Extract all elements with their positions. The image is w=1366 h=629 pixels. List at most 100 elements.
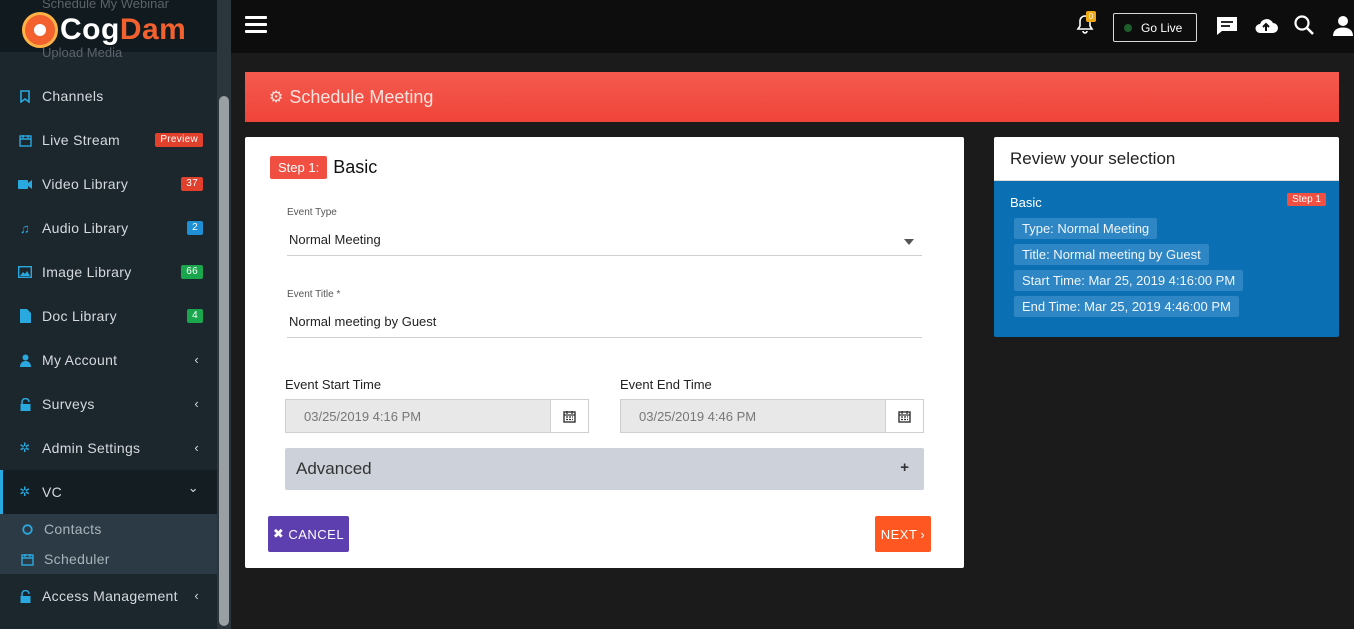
- chevron-left-icon: ‹: [194, 588, 199, 603]
- sidebar-item-label: Contacts: [44, 521, 102, 537]
- sidebar-item-vc[interactable]: ✲ VC ⌄: [0, 470, 217, 514]
- next-button[interactable]: NEXT ›: [875, 516, 931, 552]
- sidebar-item-schedule-webinar[interactable]: Schedule My Webinar: [42, 0, 169, 11]
- calendar-icon: [20, 552, 34, 566]
- event-title-input[interactable]: Normal meeting by Guest: [287, 309, 922, 338]
- end-time-input[interactable]: 03/25/2019 4:46 PM: [620, 399, 924, 433]
- sidebar-item-live-stream[interactable]: Live Stream Preview: [0, 118, 217, 162]
- sidebar-item-my-account[interactable]: My Account ‹: [0, 338, 217, 382]
- window-edge: [1354, 0, 1366, 629]
- review-section-title: Basic: [1010, 195, 1042, 210]
- count-badge: 4: [187, 309, 203, 323]
- sidebar-item-label: Doc Library: [42, 308, 117, 324]
- close-icon: ✖: [272, 526, 285, 541]
- cancel-label: CANCEL: [288, 526, 345, 542]
- sidebar-item-upload-media[interactable]: Upload Media: [42, 45, 122, 60]
- start-time-label: Event Start Time: [285, 377, 382, 392]
- event-type-select[interactable]: Normal Meeting: [287, 227, 922, 256]
- review-chip-type: Type: Normal Meeting: [1014, 218, 1158, 239]
- review-chip-start: Start Time: Mar 25, 2019 4:16:00 PM: [1014, 270, 1244, 291]
- live-status-dot: [1124, 23, 1132, 32]
- chevron-left-icon: ‹: [194, 440, 199, 455]
- schedule-form-card: Step 1: Basic Event Type Normal Meeting …: [245, 137, 964, 568]
- start-time-value: 03/25/2019 4:16 PM: [304, 408, 422, 424]
- review-panel: Review your selection Basic Step 1 Type:…: [994, 137, 1339, 337]
- cancel-button[interactable]: ✖ CANCEL: [268, 516, 349, 552]
- user-icon: [18, 353, 32, 367]
- sidebar-item-image-library[interactable]: Image Library 66: [0, 250, 217, 294]
- sidebar-item-scheduler[interactable]: Scheduler: [0, 544, 217, 574]
- user-icon[interactable]: [1332, 14, 1356, 38]
- vc-submenu: Contacts Scheduler: [0, 514, 217, 574]
- sidebar-scroll-thumb[interactable]: [219, 96, 229, 626]
- go-live-button[interactable]: Go Live: [1113, 13, 1197, 42]
- search-icon[interactable]: [1293, 14, 1317, 38]
- image-icon: [18, 265, 32, 279]
- page-title: Schedule Meeting: [289, 86, 434, 107]
- page-header: ⚙ Schedule Meeting: [245, 72, 1339, 122]
- topbar: 0 Go Live: [231, 0, 1366, 53]
- plus-icon: +: [900, 459, 909, 476]
- sidebar-item-label: Live Stream: [42, 132, 120, 148]
- step-title: Basic: [333, 157, 378, 177]
- sidebar-item-label: My Account: [42, 352, 118, 368]
- bell-icon[interactable]: 0: [1076, 11, 1096, 36]
- sidebar-item-label: Channels: [42, 88, 104, 104]
- end-time-value: 03/25/2019 4:46 PM: [639, 408, 757, 424]
- sidebar-item-contacts[interactable]: Contacts: [0, 514, 217, 544]
- advanced-toggle[interactable]: Advanced +: [285, 448, 924, 490]
- event-title-label: Event Title *: [287, 289, 341, 300]
- review-chip-end: End Time: Mar 25, 2019 4:46:00 PM: [1014, 296, 1239, 317]
- start-time-input[interactable]: 03/25/2019 4:16 PM: [285, 399, 589, 433]
- event-type-label: Event Type: [287, 207, 337, 218]
- cogs-icon: ✲: [19, 484, 31, 499]
- chevron-down-icon: ⌄: [187, 480, 199, 495]
- music-icon: ♫: [19, 220, 31, 236]
- sidebar-item-label: Scheduler: [44, 551, 110, 567]
- sidebar-item-label: Access Management: [42, 588, 178, 604]
- sidebar-item-label: Video Library: [42, 176, 129, 192]
- chat-icon[interactable]: [1215, 14, 1239, 38]
- calendar-icon[interactable]: [550, 400, 588, 432]
- sidebar-item-label: VC: [42, 484, 63, 500]
- advanced-label: Advanced: [296, 459, 372, 478]
- sidebar-item-audio-library[interactable]: ♫ Audio Library 2: [0, 206, 217, 250]
- cogs-icon: ✲: [19, 440, 31, 455]
- logo-icon: [22, 12, 58, 48]
- notification-count-badge: 0: [1086, 11, 1096, 22]
- logo-area: Schedule My Webinar Upload Media CogDam: [0, 0, 217, 60]
- sidebar-menu: Channels Live Stream Preview Video Libra…: [0, 74, 217, 618]
- video-icon: [18, 177, 32, 191]
- bookmark-icon: [18, 89, 32, 103]
- sidebar-item-channels[interactable]: Channels: [0, 74, 217, 118]
- chevron-right-icon: ›: [920, 526, 926, 542]
- cloud-upload-icon[interactable]: [1253, 14, 1278, 38]
- sidebar-item-label: Image Library: [42, 264, 132, 280]
- lock-icon: [18, 589, 32, 603]
- calendar-icon[interactable]: [885, 400, 923, 432]
- sidebar-item-label: Audio Library: [42, 220, 129, 236]
- review-chip-title: Title: Normal meeting by Guest: [1014, 244, 1209, 265]
- chevron-left-icon: ‹: [194, 396, 199, 411]
- event-title-value: Normal meeting by Guest: [289, 314, 437, 329]
- count-badge: 2: [187, 221, 203, 235]
- event-type-value: Normal Meeting: [289, 232, 381, 247]
- count-badge: 66: [181, 265, 203, 279]
- logo[interactable]: CogDam: [60, 13, 186, 47]
- sidebar-item-label: Admin Settings: [42, 440, 141, 456]
- file-icon: [18, 309, 32, 323]
- sidebar: Schedule My Webinar Upload Media CogDam …: [0, 0, 231, 629]
- calendar-icon: [18, 133, 32, 147]
- step-badge: Step 1:: [270, 156, 328, 179]
- sidebar-item-video-library[interactable]: Video Library 37: [0, 162, 217, 206]
- sidebar-item-access-management[interactable]: Access Management ‹: [0, 574, 217, 618]
- gear-icon: ⚙: [269, 89, 284, 106]
- sidebar-item-doc-library[interactable]: Doc Library 4: [0, 294, 217, 338]
- sidebar-item-admin-settings[interactable]: ✲ Admin Settings ‹: [0, 426, 217, 470]
- dropdown-caret-icon: [904, 239, 914, 245]
- sidebar-item-surveys[interactable]: Surveys ‹: [0, 382, 217, 426]
- lock-icon: [18, 397, 32, 411]
- preview-badge: Preview: [155, 133, 203, 147]
- menu-toggle-icon[interactable]: [245, 16, 267, 36]
- go-live-label: Go Live: [1141, 20, 1183, 35]
